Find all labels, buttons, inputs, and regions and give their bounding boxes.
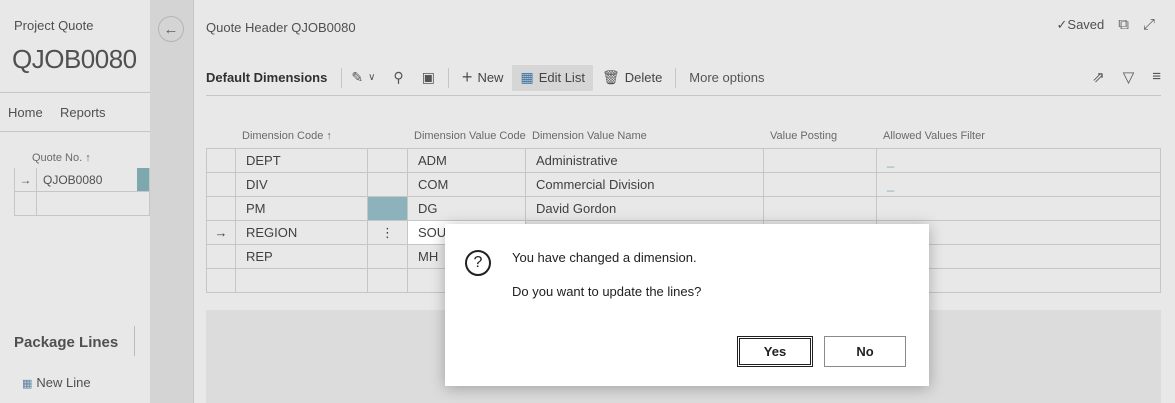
divider xyxy=(675,67,677,88)
saved-status: ✓Saved xyxy=(1056,16,1105,32)
row-menu-cell[interactable] xyxy=(368,173,408,197)
edit-list-label: Edit List xyxy=(538,70,585,85)
divider xyxy=(134,326,135,356)
dimension-value-name-cell: Administrative xyxy=(526,149,764,173)
edit-list-button[interactable]: ▦ Edit List xyxy=(512,64,593,91)
chevron-down-icon: ∨ xyxy=(368,72,376,83)
new-line-button[interactable]: ▦ New Line xyxy=(22,375,91,390)
dimension-code-cell[interactable]: REGION xyxy=(236,221,368,245)
column-header-dimension-value-code[interactable]: Dimension Value Code xyxy=(408,130,526,143)
search-icon: ⚲ xyxy=(393,69,404,85)
new-line-icon: ▦ xyxy=(22,378,33,390)
tab-reports[interactable]: Reports xyxy=(60,105,106,120)
background-page: Project Quote QJOB0080 Home Reports Quot… xyxy=(0,0,150,403)
edit-mode-button[interactable]: ✎ ∨ xyxy=(342,68,384,88)
back-arrow-icon[interactable]: ← xyxy=(158,16,184,42)
yes-button[interactable]: Yes xyxy=(737,336,813,367)
action-bar: Default Dimensions ✎ ∨ ⚲ ▣ + New ▦ Edit Lis… xyxy=(206,60,1161,96)
delete-label: Delete xyxy=(624,70,663,85)
package-lines-heading: Package Lines xyxy=(14,334,119,351)
row-marker xyxy=(206,197,236,221)
new-button[interactable]: + New xyxy=(453,67,513,88)
allowed-values-filter-cell[interactable]: _ xyxy=(877,149,1161,173)
list-view-icon[interactable]: ≡ xyxy=(1152,68,1161,86)
dimension-code-cell[interactable] xyxy=(236,269,368,293)
dimension-value-code-cell[interactable]: ADM xyxy=(408,149,526,173)
row-marker xyxy=(206,149,236,173)
column-header-value-posting[interactable]: Value Posting xyxy=(764,130,877,143)
delete-button[interactable]: 🗑 Delete xyxy=(593,68,671,88)
action-tabs: Home Reports xyxy=(0,92,150,132)
value-posting-cell[interactable] xyxy=(764,173,877,197)
column-header-dimension-value-name[interactable]: Dimension Value Name xyxy=(526,130,764,143)
table-row[interactable]: PM DG David Gordon xyxy=(206,197,1161,221)
no-button[interactable]: No xyxy=(824,336,906,367)
confirm-dialog: ? You have changed a dimension. Do you w… xyxy=(445,224,929,386)
grid-header: Dimension Code ↑ Dimension Value Code Di… xyxy=(206,108,1161,148)
dimension-code-cell[interactable]: DEPT xyxy=(236,149,368,173)
expand-icon[interactable]: ⤢ xyxy=(1143,16,1155,33)
allowed-values-filter-cell[interactable] xyxy=(877,197,1161,221)
record-title: QJOB0080 xyxy=(12,44,137,74)
dimension-code-cell[interactable]: PM xyxy=(236,197,368,221)
row-marker: → xyxy=(206,221,236,245)
dimension-value-code-cell[interactable]: DG xyxy=(408,197,526,221)
dialog-message: You have changed a dimension. xyxy=(512,250,697,265)
new-label: New xyxy=(477,70,504,85)
question-icon: ? xyxy=(465,250,491,276)
list-row[interactable] xyxy=(14,192,150,216)
row-marker xyxy=(206,245,236,269)
row-menu-icon[interactable]: ⋮ xyxy=(368,221,408,245)
selection-cell xyxy=(137,168,149,191)
page-title: Project Quote xyxy=(14,18,94,33)
column-header-dimension-code[interactable]: Dimension Code ↑ xyxy=(236,130,368,143)
trash-icon: 🗑 xyxy=(601,69,620,85)
value-posting-cell[interactable] xyxy=(764,197,877,221)
row-marker xyxy=(206,269,236,293)
quote-no-cell[interactable] xyxy=(37,192,149,215)
view-button[interactable]: ▣ xyxy=(413,68,444,88)
list-row[interactable]: → QJOB0080 xyxy=(14,168,150,192)
dimension-value-name-cell: Commercial Division xyxy=(526,173,764,197)
share-icon[interactable]: ⇗ xyxy=(1092,68,1105,86)
dimension-value-name-cell: David Gordon xyxy=(526,197,764,221)
table-row[interactable]: DEPT ADM Administrative _ xyxy=(206,149,1161,173)
row-menu-cell[interactable] xyxy=(368,245,408,269)
view-icon: ▣ xyxy=(421,69,435,85)
edit-list-icon: ▦ xyxy=(520,69,534,85)
pencil-icon: ✎ xyxy=(351,69,364,85)
dimension-code-cell[interactable]: DIV xyxy=(236,173,368,197)
quote-list: Quote No. ↑ → QJOB0080 xyxy=(14,148,150,216)
part-title[interactable]: Default Dimensions xyxy=(206,67,343,88)
quote-no-cell[interactable]: QJOB0080 xyxy=(37,168,137,191)
dimension-code-cell[interactable]: REP xyxy=(236,245,368,269)
open-new-window-icon[interactable]: ⧉ xyxy=(1118,16,1129,33)
dimension-value-code-cell[interactable]: COM xyxy=(408,173,526,197)
value-posting-cell[interactable] xyxy=(764,149,877,173)
row-marker xyxy=(206,173,236,197)
row-marker xyxy=(15,192,37,215)
toolbar-right-actions: ⇗ ▽ ≡ xyxy=(1092,68,1161,86)
row-menu-cell[interactable] xyxy=(368,197,408,221)
dialog-question: Do you want to update the lines? xyxy=(512,284,702,299)
row-marker: → xyxy=(15,168,37,191)
allowed-values-filter-cell[interactable]: _ xyxy=(877,173,1161,197)
divider xyxy=(447,67,449,88)
table-row[interactable]: DIV COM Commercial Division _ xyxy=(206,173,1161,197)
plus-icon: + xyxy=(461,67,473,87)
search-button[interactable]: ⚲ xyxy=(384,68,412,88)
new-line-label: New Line xyxy=(36,375,91,390)
panel-header-actions: ✓Saved ⧉ ⤢ xyxy=(1057,16,1156,33)
column-header-allowed-values-filter[interactable]: Allowed Values Filter xyxy=(877,130,1161,143)
more-options-button[interactable]: More options xyxy=(680,68,773,88)
column-header-quote-no[interactable]: Quote No. ↑ xyxy=(14,148,150,168)
tab-home[interactable]: Home xyxy=(8,105,43,120)
row-menu-cell[interactable] xyxy=(368,269,408,293)
filter-icon[interactable]: ▽ xyxy=(1123,68,1135,86)
row-menu-cell[interactable] xyxy=(368,149,408,173)
panel-header: Quote Header QJOB0080 xyxy=(206,20,356,35)
